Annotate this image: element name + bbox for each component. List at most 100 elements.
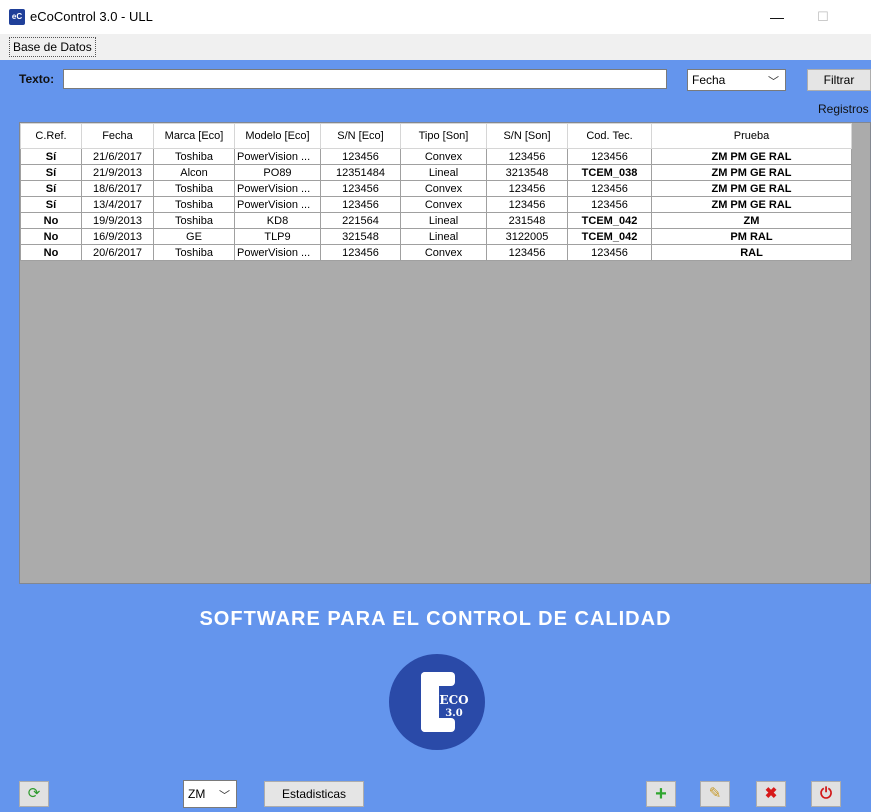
table-cell: Toshiba [153,196,235,213]
maximize-button[interactable]: ☐ [812,6,834,28]
table-row[interactable]: Sí 13/4/2017 Toshiba PowerVision ... 123456 C… [20,196,852,213]
statistics-button[interactable]: Estadisticas [264,781,364,807]
table-cell: TCEM_042 [567,212,652,229]
minimize-button[interactable]: — [766,6,788,28]
table-cell: 221564 [320,212,401,229]
table-cell: 231548 [486,212,568,229]
add-button[interactable]: + [646,781,676,807]
filter-button[interactable]: Filtrar [807,69,871,91]
table-cell: PowerVision ... [234,180,321,197]
search-label: Texto: [19,72,55,86]
table-cell: Sí [20,196,82,213]
table-cell: Toshiba [153,244,235,261]
table-header: C.Ref. Fecha Marca [Eco] Modelo [Eco] S/… [20,123,852,149]
refresh-button[interactable]: ⟳ [19,781,49,807]
table-cell: Convex [400,196,487,213]
edit-button[interactable]: ✎ [700,781,730,807]
table-cell: 123456 [567,148,652,165]
main-panel: Texto: Fecha ﹀ Filtrar Registros C.Ref. … [0,60,871,812]
table-cell: 3213548 [486,164,568,181]
app-icon: eC [9,9,25,25]
records-grid: C.Ref. Fecha Marca [Eco] Modelo [Eco] S/… [20,123,852,261]
filter-field-select[interactable]: Fecha ﹀ [687,69,786,91]
table-cell: 13/4/2017 [81,196,154,213]
table-cell: Toshiba [153,148,235,165]
table-row[interactable]: Sí 18/6/2017 Toshiba PowerVision ... 123456 C… [20,180,852,197]
table-cell: ZM PM GE RAL [651,180,852,197]
table-row[interactable]: Sí 21/9/2013 Alcon PO89 12351484 Lineal 321354… [20,164,852,181]
column-header[interactable]: Cod. Tec. [567,123,652,149]
column-header[interactable]: Fecha [81,123,154,149]
table-cell: GE [153,228,235,245]
table-cell: 123456 [486,148,568,165]
table-cell: 123456 [486,244,568,261]
table-cell: 21/6/2017 [81,148,154,165]
table-cell: 19/9/2013 [81,212,154,229]
add-icon: + [655,783,667,805]
chevron-down-icon: ﹀ [768,76,779,88]
column-header[interactable]: Modelo [Eco] [234,123,321,149]
table-cell: ZM [651,212,852,229]
power-button[interactable]: ⏻ [811,781,841,807]
column-header[interactable]: S/N [Son] [486,123,568,149]
table-cell: 16/9/2013 [81,228,154,245]
logo-line2: 3.0 [445,708,462,719]
table-cell: Toshiba [153,212,235,229]
filter-field-value: Fecha [692,73,726,87]
table-cell: TCEM_038 [567,164,652,181]
table-cell: Toshiba [153,180,235,197]
table-cell: 3122005 [486,228,568,245]
table-row[interactable]: No 20/6/2017 Toshiba PowerVision ... 123456 C… [20,244,852,261]
table-cell: 12351484 [320,164,401,181]
table-cell: 321548 [320,228,401,245]
chevron-down-icon: ﹀ [219,790,230,802]
records-table[interactable]: C.Ref. Fecha Marca [Eco] Modelo [Eco] S/… [19,122,871,584]
table-cell: 20/6/2017 [81,244,154,261]
edit-icon: ✎ [708,785,722,802]
table-cell: 123456 [320,196,401,213]
table-cell: Sí [20,180,82,197]
table-cell: 21/9/2013 [81,164,154,181]
table-cell: Convex [400,244,487,261]
table-row[interactable]: No 19/9/2013 Toshiba KD8 221564 Lineal 231548 T… [20,212,852,229]
delete-button[interactable]: ✖ [756,781,786,807]
table-cell: Lineal [400,212,487,229]
table-cell: PM RAL [651,228,852,245]
column-header[interactable]: C.Ref. [20,123,82,149]
table-cell: ZM PM GE RAL [651,148,852,165]
power-icon: ⏻ [820,785,832,802]
test-select-value: ZM [188,787,206,801]
search-input[interactable] [63,69,667,89]
banner-title: SOFTWARE PARA EL CONTROL DE CALIDAD [199,608,672,630]
table-cell: TCEM_042 [567,228,652,245]
test-select[interactable]: ZM ﹀ [183,780,237,808]
column-header[interactable]: Marca [Eco] [153,123,235,149]
table-cell: 123456 [567,180,652,197]
table-cell: Lineal [400,228,487,245]
table-cell: 123456 [486,180,568,197]
column-header[interactable]: Prueba [651,123,852,149]
table-cell: No [20,212,82,229]
table-cell: PowerVision ... [234,196,321,213]
table-cell: Sí [20,148,82,165]
title-bar: eC eCoControl 3.0 - ULL — ☐ [0,0,871,34]
column-header[interactable]: S/N [Eco] [320,123,401,149]
table-cell: KD8 [234,212,321,229]
table-cell: TLP9 [234,228,321,245]
menu-bar: Base de Datos [0,34,871,61]
table-cell: Sí [20,164,82,181]
table-row[interactable]: No 16/9/2013 GE TLP9 321548 Lineal 3122005 TCEM… [20,228,852,245]
menu-base-de-datos[interactable]: Base de Datos [9,37,96,57]
table-cell: 123456 [567,244,652,261]
table-cell: 123456 [320,180,401,197]
table-cell: 18/6/2017 [81,180,154,197]
table-row[interactable]: Sí 21/6/2017 Toshiba PowerVision ... 123456 C… [20,148,852,165]
table-cell: ZM PM GE RAL [651,196,852,213]
table-cell: Convex [400,180,487,197]
records-label: Registros [818,102,869,116]
table-cell: PowerVision ... [234,244,321,261]
delete-icon: ✖ [764,785,778,802]
column-header[interactable]: Tipo [Son] [400,123,487,149]
table-cell: 123456 [486,196,568,213]
eco-logo: ECO 3.0 [389,654,485,750]
